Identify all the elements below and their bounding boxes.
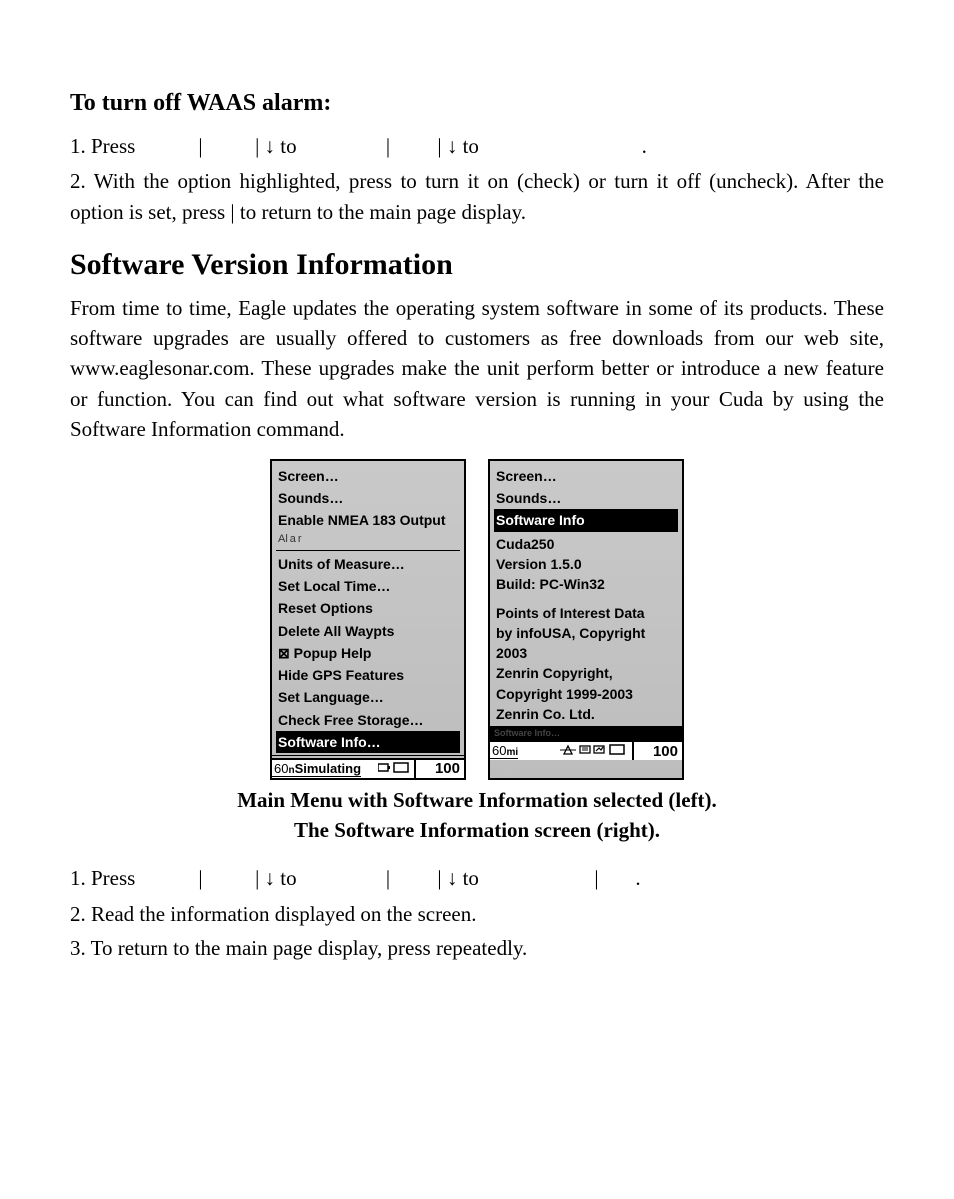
- info-zenrin-3: Zenrin Co. Ltd.: [494, 704, 678, 724]
- info-build: Build: PC-Win32: [494, 574, 678, 594]
- menu-item[interactable]: Delete All Waypts: [276, 620, 460, 642]
- text: to: [463, 134, 485, 158]
- status-icons: [361, 760, 414, 778]
- menu-top: Screen… Sounds… Software Info: [490, 463, 682, 532]
- cut-row: Software Info…: [490, 726, 682, 740]
- status-mode: Simulating: [295, 761, 361, 776]
- status-right: 100: [414, 760, 464, 778]
- sv-step-1: 1. Press | | ↓ to | | ↓ to | .: [70, 863, 884, 894]
- main-menu-screen: Screen… Sounds… Enable NMEA 183 Output A…: [270, 459, 466, 781]
- waas-step-2: 2. With the option highlighted, press to…: [70, 166, 884, 227]
- status-distance: 60: [274, 761, 288, 776]
- menu-item[interactable]: Set Language…: [276, 686, 460, 708]
- down-arrow-icon: ↓: [447, 867, 458, 890]
- menu-item[interactable]: Enable NMEA 183 Output: [276, 509, 460, 531]
- info-poi-2: by infoUSA, Copyright: [494, 623, 678, 643]
- unit: mi: [506, 747, 518, 758]
- menu-item[interactable]: Check Free Storage…: [276, 709, 460, 731]
- text: to: [280, 134, 302, 158]
- software-version-para: From time to time, Eagle updates the ope…: [70, 293, 884, 445]
- text: 1. Press: [70, 134, 141, 158]
- menu-item[interactable]: Hide GPS Features: [276, 664, 460, 686]
- info-poi-1: Points of Interest Data: [494, 603, 678, 623]
- menu-item[interactable]: Units of Measure…: [276, 553, 460, 575]
- caption-line-2: The Software Information screen (right).: [294, 818, 660, 842]
- selected-software-info[interactable]: Software Info: [494, 509, 678, 531]
- separator: |: [198, 134, 202, 158]
- info-zenrin-2: Copyright 1999-2003: [494, 684, 678, 704]
- waas-step-1: 1. Press | | ↓ to | | ↓ to .: [70, 131, 884, 162]
- menu-item[interactable]: ⊠ Popup Help: [276, 642, 460, 664]
- software-version-heading: Software Version Information: [70, 243, 884, 287]
- menu-item-partial: Alar: [276, 532, 460, 548]
- screenshots-row: Screen… Sounds… Enable NMEA 183 Output A…: [70, 459, 884, 781]
- separator: |: [437, 866, 441, 890]
- separator: |: [386, 866, 390, 890]
- document-page: To turn off WAAS alarm: 1. Press | | ↓ t…: [0, 0, 954, 1199]
- status-right: 100: [632, 742, 682, 760]
- info-poi-3: 2003: [494, 643, 678, 663]
- sv-step-3: 3. To return to the main page display, p…: [70, 933, 884, 963]
- text: 1. Press: [70, 866, 141, 890]
- figure-caption: Main Menu with Software Information sele…: [70, 786, 884, 845]
- status-left: 60mi: [490, 744, 518, 759]
- down-arrow-icon: ↓: [447, 135, 458, 158]
- text: to: [463, 866, 485, 890]
- down-arrow-icon: ↓: [265, 135, 276, 158]
- separator: |: [198, 866, 202, 890]
- status-bar: 60nSimulating 100: [272, 758, 464, 778]
- menu-item[interactable]: Sounds…: [276, 487, 460, 509]
- menu-item[interactable]: Sounds…: [494, 487, 678, 509]
- separator: |: [386, 134, 390, 158]
- software-info-screen: Screen… Sounds… Software Info Cuda250 Ve…: [488, 459, 684, 781]
- menu-list: Screen… Sounds… Enable NMEA 183 Output A…: [272, 463, 464, 754]
- info-version: Version 1.5.0: [494, 554, 678, 574]
- caption-line-1: Main Menu with Software Information sele…: [237, 788, 717, 812]
- status-icons: [518, 742, 632, 760]
- menu-item[interactable]: Set Local Time…: [276, 575, 460, 597]
- menu-item[interactable]: Reset Options: [276, 597, 460, 619]
- down-arrow-icon: ↓: [265, 867, 276, 890]
- menu-item[interactable]: Screen…: [276, 465, 460, 487]
- menu-item[interactable]: Screen…: [494, 465, 678, 487]
- info-product: Cuda250: [494, 534, 678, 554]
- text: to: [280, 866, 302, 890]
- separator: |: [594, 866, 598, 890]
- separator: |: [255, 134, 259, 158]
- status-left: 60nSimulating: [272, 762, 361, 777]
- waas-heading: To turn off WAAS alarm:: [70, 86, 884, 121]
- menu-item-software-info[interactable]: Software Info…: [276, 731, 460, 753]
- status-bar: 60mi 100: [490, 740, 682, 760]
- text: .: [642, 134, 647, 158]
- separator: |: [255, 866, 259, 890]
- sv-step-2: 2. Read the information displayed on the…: [70, 899, 884, 929]
- info-block: Cuda250 Version 1.5.0 Build: PC-Win32 Po…: [490, 532, 682, 727]
- status-distance: 60: [492, 743, 506, 758]
- separator: |: [437, 134, 441, 158]
- info-zenrin-1: Zenrin Copyright,: [494, 663, 678, 683]
- text: .: [635, 866, 640, 890]
